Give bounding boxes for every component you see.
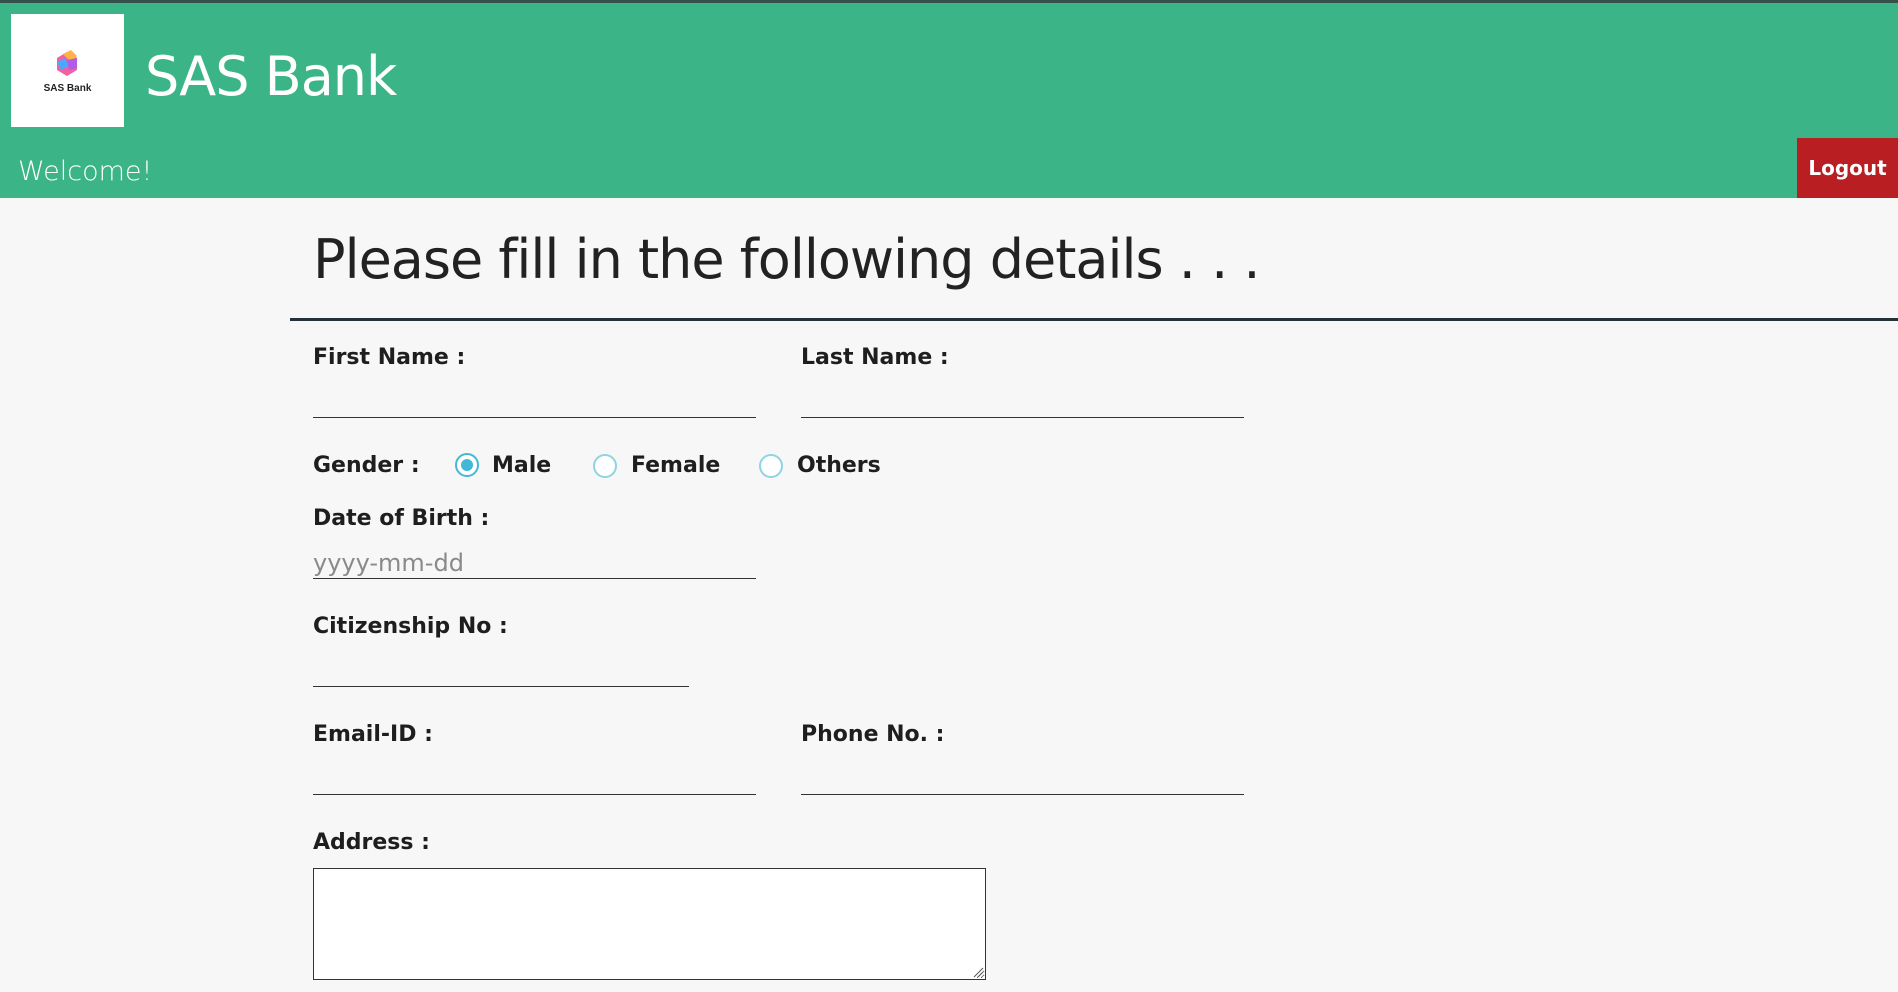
gender-label: Gender : (313, 453, 420, 478)
address-textarea[interactable] (313, 868, 986, 980)
logo-text: SAS Bank (43, 83, 92, 94)
logo-icon (57, 50, 77, 76)
dob-input[interactable] (313, 547, 756, 579)
gender-male-label[interactable]: Male (492, 453, 551, 478)
last-name-input[interactable] (801, 386, 1244, 418)
citizenship-input[interactable] (313, 655, 689, 687)
last-name-label: Last Name : (801, 345, 949, 370)
gender-male-radio[interactable] (455, 453, 479, 477)
phone-label: Phone No. : (801, 722, 945, 747)
resize-handle-icon[interactable] (972, 966, 984, 978)
gender-female-label[interactable]: Female (631, 453, 720, 478)
dob-label: Date of Birth : (313, 506, 490, 531)
logout-button[interactable]: Logout (1797, 138, 1898, 198)
citizenship-label: Citizenship No : (313, 614, 508, 639)
gender-others-label[interactable]: Others (797, 453, 881, 478)
title-divider (290, 318, 1898, 321)
gender-female-radio[interactable] (593, 454, 617, 478)
logo[interactable]: SAS Bank (11, 14, 124, 127)
email-label: Email-ID : (313, 722, 433, 747)
phone-input[interactable] (801, 763, 1244, 795)
welcome-text: Welcome! (18, 156, 153, 187)
app-header: SAS Bank SAS Bank Welcome! (0, 3, 1898, 198)
address-label: Address : (313, 830, 430, 855)
first-name-label: First Name : (313, 345, 466, 370)
gender-others-radio[interactable] (759, 454, 783, 478)
brand-title: SAS Bank (145, 45, 397, 108)
page-title: Please fill in the following details . .… (313, 228, 1261, 291)
first-name-input[interactable] (313, 386, 756, 418)
email-input[interactable] (313, 763, 756, 795)
